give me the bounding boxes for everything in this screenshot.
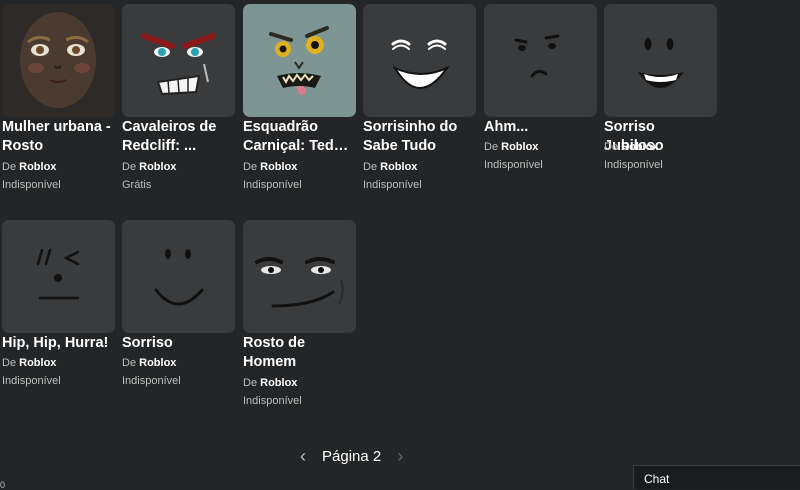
wink-face-icon: [36, 248, 80, 300]
item-thumbnail[interactable]: [363, 4, 476, 117]
creator-prefix: De: [484, 141, 499, 153]
item-name[interactable]: Mulher urbana - Rosto: [2, 118, 115, 156]
smug-smile-face-icon: [391, 39, 450, 89]
catalog-item[interactable]: Sorrisinho do Sabe Tudo De Roblox Indisp…: [361, 0, 476, 200]
item-thumbnail[interactable]: [484, 4, 597, 117]
uncertain-face-icon: [514, 34, 560, 78]
item-name[interactable]: Cavaleiros de Redcliff: ...: [122, 118, 235, 156]
item-name[interactable]: Ahm...: [484, 118, 597, 137]
item-thumbnail[interactable]: [122, 220, 235, 333]
item-name[interactable]: Sorrisinho do Sabe Tudo: [363, 118, 476, 156]
creator-prefix: De: [243, 377, 258, 389]
man-face-icon: [255, 257, 344, 308]
item-price: Indisponível: [363, 179, 422, 191]
catalog-item[interactable]: Esquadrão Carniçal: Tedd, ... De Roblox …: [241, 0, 356, 200]
prev-page-button[interactable]: ‹: [300, 447, 306, 465]
catalog-item[interactable]: Cavaleiros de Redcliff: ... De Roblox Gr…: [120, 0, 235, 200]
catalog-item[interactable]: Mulher urbana - Rosto De Roblox Indispon…: [0, 0, 115, 200]
item-creator: De Roblox: [363, 161, 417, 173]
item-price: Indisponível: [2, 179, 61, 191]
creator-link[interactable]: Roblox: [19, 357, 56, 369]
creator-prefix: De: [243, 161, 258, 173]
creator-prefix: De: [604, 141, 619, 153]
chat-label: Chat: [644, 472, 670, 486]
ghoul-face-icon: [269, 26, 329, 95]
creator-link[interactable]: Roblox: [501, 141, 538, 153]
smile-face-icon: [154, 249, 204, 306]
item-price: Indisponível: [243, 179, 302, 191]
item-name[interactable]: Rosto de Homem: [243, 334, 356, 372]
item-creator: De Roblox: [243, 161, 297, 173]
page-indicator: Página 2: [322, 447, 382, 465]
item-creator: De Roblox: [484, 141, 538, 153]
creator-link[interactable]: Roblox: [260, 377, 297, 389]
item-thumbnail[interactable]: [243, 4, 356, 117]
creator-link[interactable]: Roblox: [139, 161, 176, 173]
catalog-item[interactable]: Ahm... De Roblox Indisponível: [482, 0, 597, 200]
item-thumbnail[interactable]: [604, 4, 717, 117]
item-creator: De Roblox: [2, 161, 56, 173]
creator-prefix: De: [363, 161, 378, 173]
creator-link[interactable]: Roblox: [260, 161, 297, 173]
item-thumbnail[interactable]: [2, 220, 115, 333]
creator-link[interactable]: Roblox: [139, 357, 176, 369]
creator-link[interactable]: Roblox: [621, 141, 658, 153]
redcliff-knight-face-icon: [141, 33, 216, 96]
item-creator: De Roblox: [122, 161, 176, 173]
creator-link[interactable]: Roblox: [380, 161, 417, 173]
next-page-button[interactable]: ›: [397, 447, 403, 465]
catalog-item[interactable]: Sorriso De Roblox Indisponível: [120, 216, 235, 416]
item-price: Indisponível: [243, 395, 302, 407]
item-creator: De Roblox: [243, 377, 297, 389]
item-creator: De Roblox: [2, 357, 56, 369]
creator-prefix: De: [122, 161, 137, 173]
catalog-item[interactable]: Sorriso Jubiloso De Roblox Indisponível: [602, 0, 717, 200]
creator-prefix: De: [2, 161, 17, 173]
creator-link[interactable]: Roblox: [19, 161, 56, 173]
chat-button[interactable]: Chat: [633, 465, 800, 489]
item-price: Indisponível: [2, 375, 61, 387]
catalog-item[interactable]: Hip, Hip, Hurra! De Roblox Indisponível: [0, 216, 115, 416]
item-price: Indisponível: [604, 159, 663, 171]
catalog-item[interactable]: Rosto de Homem De Roblox Indisponível: [241, 216, 356, 416]
item-name[interactable]: Hip, Hip, Hurra!: [2, 334, 115, 353]
item-price: Grátis: [122, 179, 152, 191]
item-price: Indisponível: [122, 375, 181, 387]
item-thumbnail[interactable]: [122, 4, 235, 117]
item-thumbnail[interactable]: [243, 220, 356, 333]
urban-woman-face-icon: [2, 4, 115, 117]
item-thumbnail[interactable]: [2, 4, 115, 117]
item-creator: De Roblox: [604, 141, 658, 153]
creator-prefix: De: [2, 357, 17, 369]
creator-prefix: De: [122, 357, 137, 369]
item-name[interactable]: Esquadrão Carniçal: Tedd, ...: [243, 118, 356, 156]
joyful-smile-face-icon: [638, 38, 684, 88]
pagination: ‹ Página 2 ›: [300, 445, 420, 467]
item-name[interactable]: Sorriso: [122, 334, 235, 353]
item-price: Indisponível: [484, 159, 543, 171]
item-creator: De Roblox: [122, 357, 176, 369]
